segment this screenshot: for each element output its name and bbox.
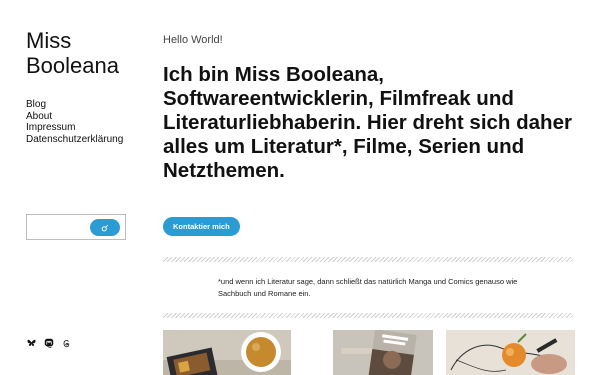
post-thumbnail <box>163 330 291 375</box>
site-title[interactable]: Miss Booleana <box>26 28 136 78</box>
search-box <box>26 214 126 240</box>
sidebar: Miss Booleana Blog About Impressum Daten… <box>26 28 136 240</box>
page-headline: Ich bin Miss Booleana, Softwareentwickle… <box>163 63 572 182</box>
nav-item-about[interactable]: About <box>26 111 136 123</box>
post-thumbnail <box>333 330 433 375</box>
nav-item-datenschutz[interactable]: Datenschutzerklärung <box>26 134 136 146</box>
search-input[interactable] <box>29 217 93 237</box>
bluesky-icon[interactable] <box>27 339 36 347</box>
nav-item-blog[interactable]: Blog <box>26 99 136 111</box>
contact-button[interactable]: Kontaktier mich <box>163 217 240 236</box>
post-thumbnail <box>446 330 575 375</box>
mastodon-icon[interactable] <box>44 338 54 348</box>
greeting: Hello World! <box>163 34 223 46</box>
post-card-drawing[interactable] <box>446 330 575 375</box>
nav-item-impressum[interactable]: Impressum <box>26 122 136 134</box>
threads-icon[interactable] <box>62 339 71 348</box>
post-card-book-cover[interactable] <box>333 330 433 375</box>
search-icon <box>101 219 109 237</box>
footnote-text: *und wenn ich Literatur sage, dann schli… <box>218 277 518 298</box>
separator-hatched-top <box>163 257 573 262</box>
separator-hatched-bottom <box>163 313 573 318</box>
search-button[interactable] <box>90 219 120 236</box>
post-card-books-tea[interactable] <box>163 330 291 375</box>
social-links <box>27 338 71 348</box>
main-nav: Blog About Impressum Datenschutzerklärun… <box>26 99 136 145</box>
